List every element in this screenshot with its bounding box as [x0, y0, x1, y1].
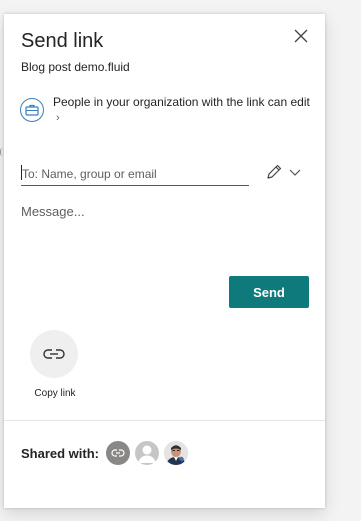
pencil-icon: [267, 164, 282, 179]
person-icon: [138, 445, 156, 463]
chevron-down-icon: [289, 169, 301, 176]
permission-label: People in your organization with the lin…: [53, 95, 310, 109]
chevron-right-icon: ›: [56, 112, 60, 124]
briefcase-icon: [20, 98, 44, 122]
shared-user-photo-avatar[interactable]: [164, 441, 189, 465]
shared-link-avatar[interactable]: [106, 441, 131, 465]
send-button[interactable]: Send: [229, 276, 309, 308]
link-icon: [111, 449, 125, 457]
close-button[interactable]: [292, 27, 310, 45]
file-name: Blog post demo.fluid: [21, 60, 130, 74]
permission-text: People in your organization with the lin…: [53, 95, 310, 126]
link-icon: [43, 349, 65, 359]
copy-link-circle: [30, 330, 78, 378]
copy-link-label: Copy link: [34, 388, 76, 399]
close-icon: [294, 29, 308, 43]
divider: [4, 420, 325, 421]
dialog-title: Send link: [21, 30, 104, 52]
user-photo: [164, 441, 189, 465]
text-cursor: [21, 165, 22, 180]
copy-link-button[interactable]: Copy link: [30, 330, 80, 399]
send-link-dialog: Send link Blog post demo.fluid People in…: [4, 14, 325, 508]
permission-dropdown-button[interactable]: [287, 164, 303, 180]
message-input[interactable]: [21, 204, 308, 262]
shared-with-section: Shared with:: [21, 441, 193, 465]
link-permission-setting[interactable]: People in your organization with the lin…: [20, 95, 310, 126]
shared-with-label: Shared with:: [21, 445, 100, 461]
shared-person-avatar[interactable]: [135, 441, 160, 465]
edit-permission-button[interactable]: [264, 162, 284, 182]
recipients-input[interactable]: [21, 162, 249, 186]
